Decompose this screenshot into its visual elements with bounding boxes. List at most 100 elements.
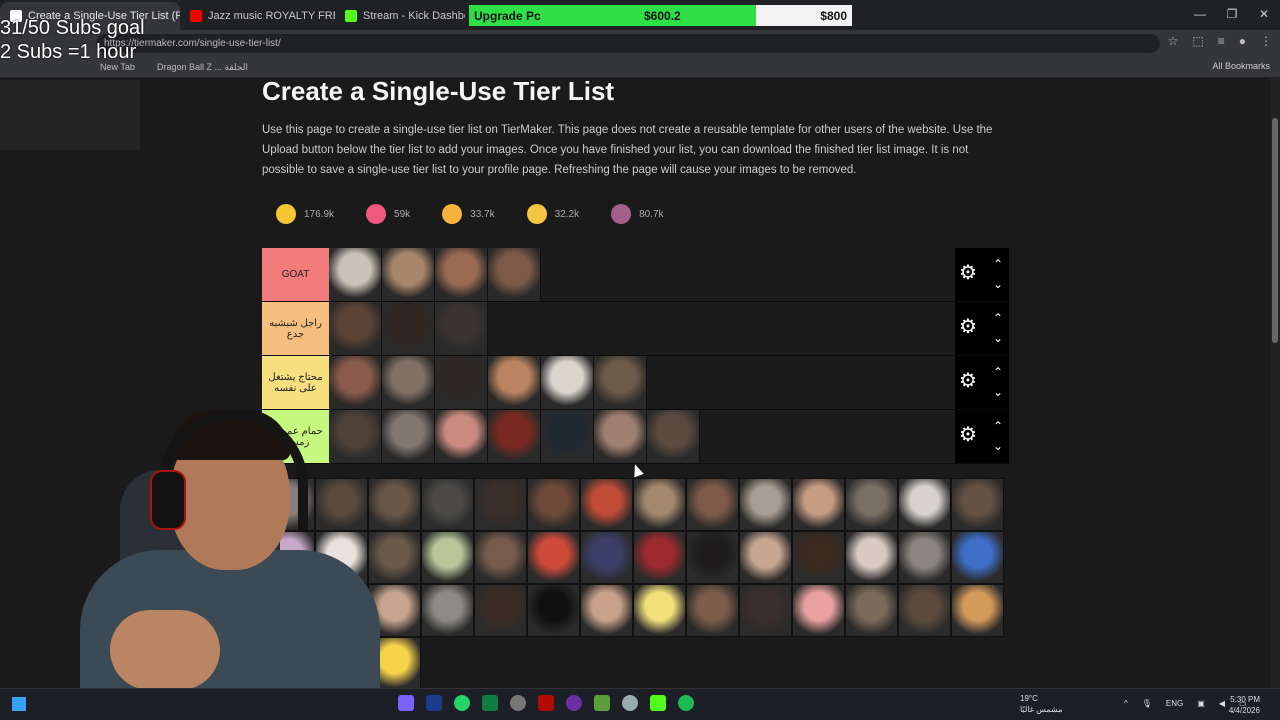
chevron-up-icon[interactable]: ⌃ — [993, 308, 1003, 328]
pool-image[interactable] — [951, 531, 1004, 584]
volume-icon[interactable]: ◀ — [1219, 699, 1225, 708]
reaction-button[interactable]: 32.2k — [519, 200, 587, 228]
chevron-down-icon[interactable]: ⌄ — [993, 436, 1003, 456]
url-input[interactable]: https://tiermaker.com/single-use-tier-li… — [96, 34, 1160, 53]
pool-image[interactable] — [527, 531, 580, 584]
scrollbar-thumb[interactable] — [1272, 118, 1278, 343]
chevron-up-icon[interactable]: ⌃ — [993, 254, 1003, 274]
tier-image[interactable] — [541, 356, 594, 409]
tier-label[interactable]: راجل شبشبه جدع — [262, 302, 329, 355]
pool-image[interactable] — [686, 478, 739, 531]
bookmark-item[interactable]: Dragon Ball Z ... الحلقة — [157, 62, 248, 73]
profile-icon[interactable]: ● — [1239, 34, 1246, 48]
app-icon[interactable] — [566, 695, 582, 711]
network-icon[interactable]: ▣ — [1197, 699, 1205, 708]
pool-image[interactable] — [421, 478, 474, 531]
tier-image[interactable] — [594, 410, 647, 463]
pool-image[interactable] — [633, 531, 686, 584]
close-window-icon[interactable]: ✕ — [1248, 0, 1280, 30]
pool-image[interactable] — [898, 584, 951, 637]
pool-image[interactable] — [421, 531, 474, 584]
mic-icon[interactable]: 🎙 — [1142, 699, 1152, 708]
tier-label[interactable]: GOAT — [262, 248, 329, 301]
excel-icon[interactable] — [482, 695, 498, 711]
premiere-icon[interactable] — [426, 695, 442, 711]
pool-image[interactable] — [686, 584, 739, 637]
settings-icon[interactable] — [622, 695, 638, 711]
reaction-button[interactable]: 59k — [358, 200, 418, 228]
weather-widget[interactable]: 19°C مشمس غالبًا — [1020, 693, 1062, 715]
pool-image[interactable] — [845, 478, 898, 531]
reaction-button[interactable]: 80.7k — [603, 200, 671, 228]
star-icon[interactable]: ☆ — [1168, 34, 1179, 48]
tier-image[interactable] — [488, 410, 541, 463]
taskbar-clock[interactable]: 5:30 PM 4/4/2026 — [1229, 694, 1260, 716]
pool-image[interactable] — [580, 531, 633, 584]
chevron-down-icon[interactable]: ⌄ — [993, 274, 1003, 294]
acrobat-icon[interactable] — [538, 695, 554, 711]
gear-icon[interactable]: ⚙ — [959, 371, 979, 391]
chevron-down-icon[interactable]: ⌄ — [993, 382, 1003, 402]
pool-image[interactable] — [527, 478, 580, 531]
pool-image[interactable] — [686, 531, 739, 584]
pool-image[interactable] — [474, 478, 527, 531]
reaction-button[interactable]: 33.7k — [434, 200, 502, 228]
discord-icon[interactable] — [398, 695, 414, 711]
obs-icon[interactable] — [510, 695, 526, 711]
tier-image[interactable] — [382, 302, 435, 355]
tier-image[interactable] — [488, 248, 541, 301]
pool-image[interactable] — [739, 531, 792, 584]
tier-image[interactable] — [329, 248, 382, 301]
tier-image[interactable] — [329, 302, 382, 355]
gear-icon[interactable]: ⚙ — [959, 317, 979, 337]
tier-image[interactable] — [541, 410, 594, 463]
pool-image[interactable] — [474, 531, 527, 584]
tier-image[interactable] — [594, 356, 647, 409]
tier-image[interactable] — [435, 410, 488, 463]
pool-image[interactable] — [898, 478, 951, 531]
gear-icon[interactable]: ⚙ — [959, 425, 979, 445]
reaction-button[interactable]: 176.9k — [268, 200, 342, 228]
pool-image[interactable] — [527, 584, 580, 637]
menu-icon[interactable]: ⋮ — [1260, 34, 1272, 48]
minecraft-icon[interactable] — [594, 695, 610, 711]
pool-image[interactable] — [421, 584, 474, 637]
pool-image[interactable] — [474, 584, 527, 637]
pool-image[interactable] — [580, 584, 633, 637]
whatsapp-icon[interactable] — [454, 695, 470, 711]
pool-image[interactable] — [580, 478, 633, 531]
minimize-icon[interactable]: — — [1184, 0, 1216, 30]
pool-image[interactable] — [739, 478, 792, 531]
language-indicator[interactable]: ENG — [1166, 699, 1183, 708]
tier-image[interactable] — [435, 356, 488, 409]
all-bookmarks-button[interactable]: All Bookmarks — [1212, 61, 1270, 71]
chevron-up-icon[interactable]: ⌃ — [993, 362, 1003, 382]
restore-icon[interactable]: ❐ — [1216, 0, 1248, 30]
pool-image[interactable] — [739, 584, 792, 637]
tier-image[interactable] — [488, 356, 541, 409]
pool-image[interactable] — [845, 584, 898, 637]
reading-list-icon[interactable]: ≡ — [1218, 34, 1225, 48]
pool-image[interactable] — [951, 478, 1004, 531]
page-scrollbar[interactable] — [1270, 78, 1280, 688]
tier-image[interactable] — [647, 410, 700, 463]
gear-icon[interactable]: ⚙ — [959, 263, 979, 283]
pool-image[interactable] — [792, 584, 845, 637]
tier-image[interactable] — [382, 248, 435, 301]
chevron-up-icon[interactable]: ^ — [1124, 699, 1128, 708]
pool-image[interactable] — [792, 531, 845, 584]
pool-image[interactable] — [633, 478, 686, 531]
windows-start-icon[interactable] — [12, 697, 26, 711]
chevron-down-icon[interactable]: ⌄ — [993, 328, 1003, 348]
extensions-icon[interactable]: ⬚ — [1192, 34, 1203, 48]
spotify-icon[interactable] — [678, 695, 694, 711]
chevron-up-icon[interactable]: ⌃ — [993, 416, 1003, 436]
tab-kick[interactable]: Stream - Kick Dashboard — [335, 2, 465, 30]
pool-image[interactable] — [898, 531, 951, 584]
pool-image[interactable] — [845, 531, 898, 584]
pool-image[interactable] — [633, 584, 686, 637]
kick-icon[interactable] — [650, 695, 666, 711]
pool-image[interactable] — [792, 478, 845, 531]
pool-image[interactable] — [951, 584, 1004, 637]
tier-image[interactable] — [435, 248, 488, 301]
